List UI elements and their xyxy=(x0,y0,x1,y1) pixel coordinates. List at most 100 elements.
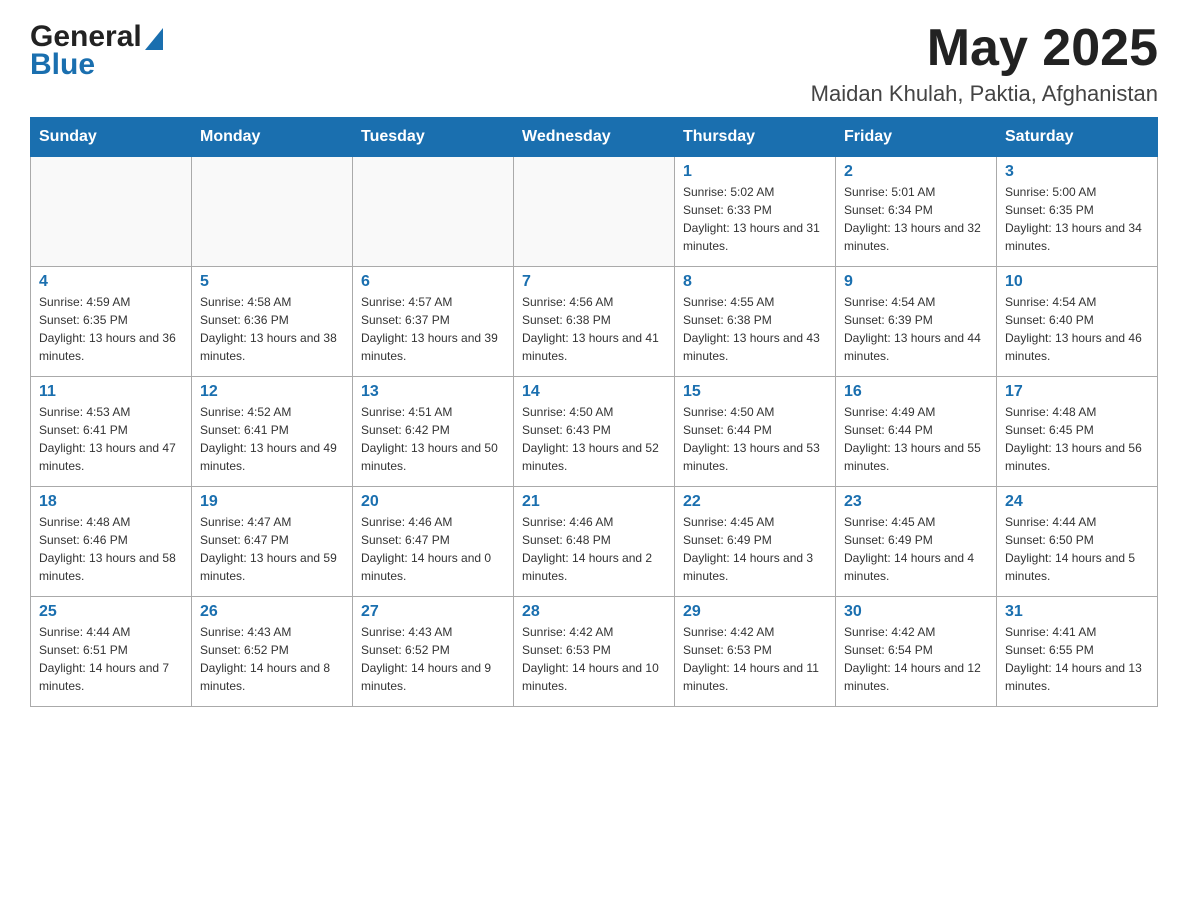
day-info: Sunrise: 4:57 AM Sunset: 6:37 PM Dayligh… xyxy=(361,293,505,365)
header-sunday: Sunday xyxy=(31,118,192,157)
day-info: Sunrise: 4:43 AM Sunset: 6:52 PM Dayligh… xyxy=(200,623,344,695)
logo-triangle-icon xyxy=(145,28,163,50)
day-number: 11 xyxy=(39,383,183,401)
calendar-cell-week1-day3 xyxy=(353,157,514,267)
calendar-cell-week4-day4: 21 Sunrise: 4:46 AM Sunset: 6:48 PM Dayli… xyxy=(514,487,675,597)
day-number: 2 xyxy=(844,163,988,181)
calendar-cell-week4-day5: 22 Sunrise: 4:45 AM Sunset: 6:49 PM Dayli… xyxy=(675,487,836,597)
day-number: 7 xyxy=(522,273,666,291)
calendar-cell-week5-day3: 27 Sunrise: 4:43 AM Sunset: 6:52 PM Dayli… xyxy=(353,597,514,707)
day-info: Sunrise: 4:50 AM Sunset: 6:44 PM Dayligh… xyxy=(683,403,827,475)
day-info: Sunrise: 4:51 AM Sunset: 6:42 PM Dayligh… xyxy=(361,403,505,475)
day-number: 19 xyxy=(200,493,344,511)
header-saturday: Saturday xyxy=(997,118,1158,157)
calendar-cell-week2-day3: 6 Sunrise: 4:57 AM Sunset: 6:37 PM Daylig… xyxy=(353,267,514,377)
day-info: Sunrise: 4:48 AM Sunset: 6:46 PM Dayligh… xyxy=(39,513,183,585)
day-info: Sunrise: 4:55 AM Sunset: 6:38 PM Dayligh… xyxy=(683,293,827,365)
logo-blue: Blue xyxy=(30,48,95,82)
calendar-cell-week5-day4: 28 Sunrise: 4:42 AM Sunset: 6:53 PM Dayli… xyxy=(514,597,675,707)
day-info: Sunrise: 4:47 AM Sunset: 6:47 PM Dayligh… xyxy=(200,513,344,585)
calendar-cell-week5-day6: 30 Sunrise: 4:42 AM Sunset: 6:54 PM Dayli… xyxy=(836,597,997,707)
week-row-5: 25 Sunrise: 4:44 AM Sunset: 6:51 PM Dayli… xyxy=(31,597,1158,707)
day-number: 17 xyxy=(1005,383,1149,401)
day-info: Sunrise: 4:46 AM Sunset: 6:48 PM Dayligh… xyxy=(522,513,666,585)
calendar-cell-week5-day5: 29 Sunrise: 4:42 AM Sunset: 6:53 PM Dayli… xyxy=(675,597,836,707)
day-number: 30 xyxy=(844,603,988,621)
day-number: 27 xyxy=(361,603,505,621)
day-number: 9 xyxy=(844,273,988,291)
day-info: Sunrise: 4:54 AM Sunset: 6:40 PM Dayligh… xyxy=(1005,293,1149,365)
calendar-cell-week3-day1: 11 Sunrise: 4:53 AM Sunset: 6:41 PM Dayli… xyxy=(31,377,192,487)
day-info: Sunrise: 4:44 AM Sunset: 6:51 PM Dayligh… xyxy=(39,623,183,695)
day-info: Sunrise: 4:49 AM Sunset: 6:44 PM Dayligh… xyxy=(844,403,988,475)
day-info: Sunrise: 5:01 AM Sunset: 6:34 PM Dayligh… xyxy=(844,183,988,255)
day-info: Sunrise: 4:54 AM Sunset: 6:39 PM Dayligh… xyxy=(844,293,988,365)
calendar-cell-week5-day7: 31Sunrise: 4:41 AM Sunset: 6:55 PM Dayli… xyxy=(997,597,1158,707)
calendar-cell-week1-day7: 3Sunrise: 5:00 AM Sunset: 6:35 PM Daylig… xyxy=(997,157,1158,267)
day-number: 12 xyxy=(200,383,344,401)
calendar-cell-week1-day6: 2 Sunrise: 5:01 AM Sunset: 6:34 PM Daylig… xyxy=(836,157,997,267)
day-info: Sunrise: 4:45 AM Sunset: 6:49 PM Dayligh… xyxy=(844,513,988,585)
day-number: 4 xyxy=(39,273,183,291)
day-number: 28 xyxy=(522,603,666,621)
day-info: Sunrise: 4:46 AM Sunset: 6:47 PM Dayligh… xyxy=(361,513,505,585)
calendar-cell-week2-day5: 8 Sunrise: 4:55 AM Sunset: 6:38 PM Daylig… xyxy=(675,267,836,377)
day-number: 23 xyxy=(844,493,988,511)
calendar-cell-week1-day1 xyxy=(31,157,192,267)
day-info: Sunrise: 4:53 AM Sunset: 6:41 PM Dayligh… xyxy=(39,403,183,475)
day-number: 8 xyxy=(683,273,827,291)
calendar-cell-week3-day2: 12 Sunrise: 4:52 AM Sunset: 6:41 PM Dayli… xyxy=(192,377,353,487)
calendar-cell-week2-day4: 7 Sunrise: 4:56 AM Sunset: 6:38 PM Daylig… xyxy=(514,267,675,377)
day-info: Sunrise: 4:52 AM Sunset: 6:41 PM Dayligh… xyxy=(200,403,344,475)
day-number: 14 xyxy=(522,383,666,401)
calendar-cell-week4-day7: 24Sunrise: 4:44 AM Sunset: 6:50 PM Dayli… xyxy=(997,487,1158,597)
calendar-cell-week5-day1: 25 Sunrise: 4:44 AM Sunset: 6:51 PM Dayli… xyxy=(31,597,192,707)
calendar-cell-week1-day2 xyxy=(192,157,353,267)
day-info: Sunrise: 4:41 AM Sunset: 6:55 PM Dayligh… xyxy=(1005,623,1149,695)
day-info: Sunrise: 4:44 AM Sunset: 6:50 PM Dayligh… xyxy=(1005,513,1149,585)
day-info: Sunrise: 4:42 AM Sunset: 6:54 PM Dayligh… xyxy=(844,623,988,695)
week-row-2: 4 Sunrise: 4:59 AM Sunset: 6:35 PM Daylig… xyxy=(31,267,1158,377)
day-info: Sunrise: 5:00 AM Sunset: 6:35 PM Dayligh… xyxy=(1005,183,1149,255)
day-info: Sunrise: 4:42 AM Sunset: 6:53 PM Dayligh… xyxy=(522,623,666,695)
calendar-cell-week3-day5: 15Sunrise: 4:50 AM Sunset: 6:44 PM Dayli… xyxy=(675,377,836,487)
calendar-cell-week2-day2: 5 Sunrise: 4:58 AM Sunset: 6:36 PM Daylig… xyxy=(192,267,353,377)
day-number: 18 xyxy=(39,493,183,511)
day-number: 22 xyxy=(683,493,827,511)
header-thursday: Thursday xyxy=(675,118,836,157)
calendar-cell-week1-day5: 1 Sunrise: 5:02 AM Sunset: 6:33 PM Daylig… xyxy=(675,157,836,267)
week-row-4: 18 Sunrise: 4:48 AM Sunset: 6:46 PM Dayli… xyxy=(31,487,1158,597)
day-info: Sunrise: 4:58 AM Sunset: 6:36 PM Dayligh… xyxy=(200,293,344,365)
calendar-cell-week1-day4 xyxy=(514,157,675,267)
day-number: 21 xyxy=(522,493,666,511)
week-row-1: 1 Sunrise: 5:02 AM Sunset: 6:33 PM Daylig… xyxy=(31,157,1158,267)
day-number: 16 xyxy=(844,383,988,401)
day-info: Sunrise: 4:42 AM Sunset: 6:53 PM Dayligh… xyxy=(683,623,827,695)
calendar-cell-week2-day6: 9 Sunrise: 4:54 AM Sunset: 6:39 PM Daylig… xyxy=(836,267,997,377)
title-section: May 2025 Maidan Khulah, Paktia, Afghanis… xyxy=(811,20,1158,107)
day-info: Sunrise: 4:43 AM Sunset: 6:52 PM Dayligh… xyxy=(361,623,505,695)
day-info: Sunrise: 5:02 AM Sunset: 6:33 PM Dayligh… xyxy=(683,183,827,255)
day-number: 29 xyxy=(683,603,827,621)
week-row-3: 11 Sunrise: 4:53 AM Sunset: 6:41 PM Dayli… xyxy=(31,377,1158,487)
header-friday: Friday xyxy=(836,118,997,157)
calendar-cell-week2-day1: 4 Sunrise: 4:59 AM Sunset: 6:35 PM Daylig… xyxy=(31,267,192,377)
calendar-table: SundayMondayTuesdayWednesdayThursdayFrid… xyxy=(30,117,1158,707)
day-number: 25 xyxy=(39,603,183,621)
month-title: May 2025 xyxy=(811,20,1158,77)
calendar-cell-week2-day7: 10 Sunrise: 4:54 AM Sunset: 6:40 PM Dayli… xyxy=(997,267,1158,377)
calendar-cell-week3-day3: 13Sunrise: 4:51 AM Sunset: 6:42 PM Dayli… xyxy=(353,377,514,487)
day-info: Sunrise: 4:59 AM Sunset: 6:35 PM Dayligh… xyxy=(39,293,183,365)
calendar-cell-week4-day2: 19 Sunrise: 4:47 AM Sunset: 6:47 PM Dayli… xyxy=(192,487,353,597)
logo: General Blue xyxy=(30,20,163,82)
location-title: Maidan Khulah, Paktia, Afghanistan xyxy=(811,81,1158,107)
day-number: 10 xyxy=(1005,273,1149,291)
day-number: 1 xyxy=(683,163,827,181)
day-info: Sunrise: 4:56 AM Sunset: 6:38 PM Dayligh… xyxy=(522,293,666,365)
calendar-cell-week4-day1: 18 Sunrise: 4:48 AM Sunset: 6:46 PM Dayli… xyxy=(31,487,192,597)
day-number: 6 xyxy=(361,273,505,291)
day-info: Sunrise: 4:48 AM Sunset: 6:45 PM Dayligh… xyxy=(1005,403,1149,475)
day-info: Sunrise: 4:45 AM Sunset: 6:49 PM Dayligh… xyxy=(683,513,827,585)
calendar-header-row: SundayMondayTuesdayWednesdayThursdayFrid… xyxy=(31,118,1158,157)
day-number: 5 xyxy=(200,273,344,291)
